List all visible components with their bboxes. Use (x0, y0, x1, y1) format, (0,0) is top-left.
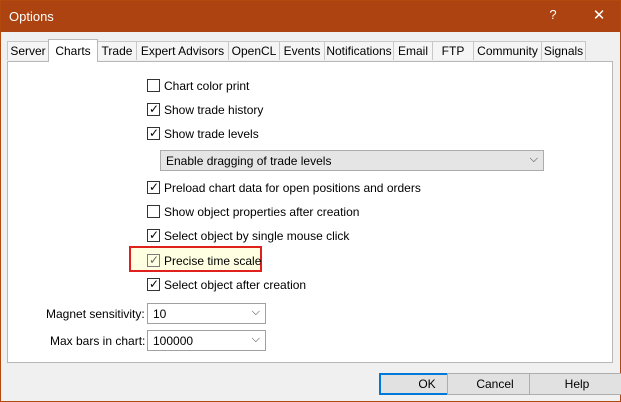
max-bars-label: Max bars in chart: (50, 334, 146, 348)
charts-panel: Chart color print ✓ Show trade history ✓… (7, 61, 613, 363)
check-icon: ✓ (149, 126, 160, 140)
check-icon: ✓ (149, 228, 160, 242)
show-trade-history-label: Show trade history (164, 103, 264, 117)
select-single-click-checkbox[interactable]: ✓ (147, 228, 160, 242)
preload-chart-data-checkbox[interactable]: ✓ (147, 180, 160, 194)
select-single-click-label: Select object by single mouse click (164, 229, 350, 243)
precise-time-scale-label: Precise time scale (164, 254, 262, 268)
magnet-sensitivity-select[interactable]: 10 ⌵ (147, 303, 266, 324)
tab-expert-advisors[interactable]: Expert Advisors (136, 41, 229, 60)
trade-levels-mode-value: Enable dragging of trade levels (166, 154, 332, 168)
window-title: Options (9, 9, 54, 24)
title-bar[interactable]: Options ? ✕ (1, 1, 620, 32)
help-icon[interactable]: ? (541, 7, 565, 27)
chevron-down-icon: ⌵ (251, 306, 260, 318)
tab-email[interactable]: Email (393, 41, 433, 60)
show-trade-history-checkbox[interactable]: ✓ (147, 102, 160, 116)
show-trade-levels-label: Show trade levels (164, 127, 259, 141)
precise-time-scale-checkbox[interactable]: ✓ (147, 253, 160, 267)
check-icon: ✓ (149, 180, 160, 194)
help-button[interactable]: Help (529, 373, 621, 395)
trade-levels-mode-select[interactable]: Enable dragging of trade levels ⌵ (160, 150, 544, 171)
tab-opencl[interactable]: OpenCL (228, 41, 280, 60)
tab-notifications[interactable]: Notifications (324, 41, 394, 60)
magnet-sensitivity-value: 10 (153, 307, 167, 321)
chevron-down-icon: ⌵ (529, 153, 538, 165)
chart-color-print-label: Chart color print (164, 79, 250, 93)
options-dialog: Options ? ✕ Server Charts Trade Expert A… (0, 0, 621, 402)
chevron-down-icon: ⌵ (251, 333, 260, 345)
show-object-properties-label: Show object properties after creation (164, 205, 360, 219)
close-icon[interactable]: ✕ (585, 6, 613, 28)
tab-server[interactable]: Server (7, 41, 49, 60)
tab-events[interactable]: Events (279, 41, 325, 60)
tab-signals[interactable]: Signals (541, 41, 586, 60)
tab-ftp[interactable]: FTP (432, 41, 474, 60)
chart-color-print-checkbox[interactable] (147, 79, 160, 92)
show-trade-levels-checkbox[interactable]: ✓ (147, 126, 160, 140)
check-icon: ✓ (149, 102, 160, 116)
preload-chart-data-label: Preload chart data for open positions an… (164, 181, 421, 195)
check-icon: ✓ (149, 253, 160, 267)
tab-charts[interactable]: Charts (48, 39, 98, 62)
tab-community[interactable]: Community (473, 41, 542, 60)
check-icon: ✓ (149, 277, 160, 291)
select-after-creation-checkbox[interactable]: ✓ (147, 277, 160, 291)
show-object-properties-checkbox[interactable] (147, 205, 160, 218)
select-after-creation-label: Select object after creation (164, 278, 307, 292)
max-bars-value: 100000 (153, 334, 194, 348)
tab-trade[interactable]: Trade (97, 41, 137, 60)
magnet-sensitivity-label: Magnet sensitivity: (46, 307, 145, 321)
max-bars-select[interactable]: 100000 ⌵ (147, 330, 266, 351)
